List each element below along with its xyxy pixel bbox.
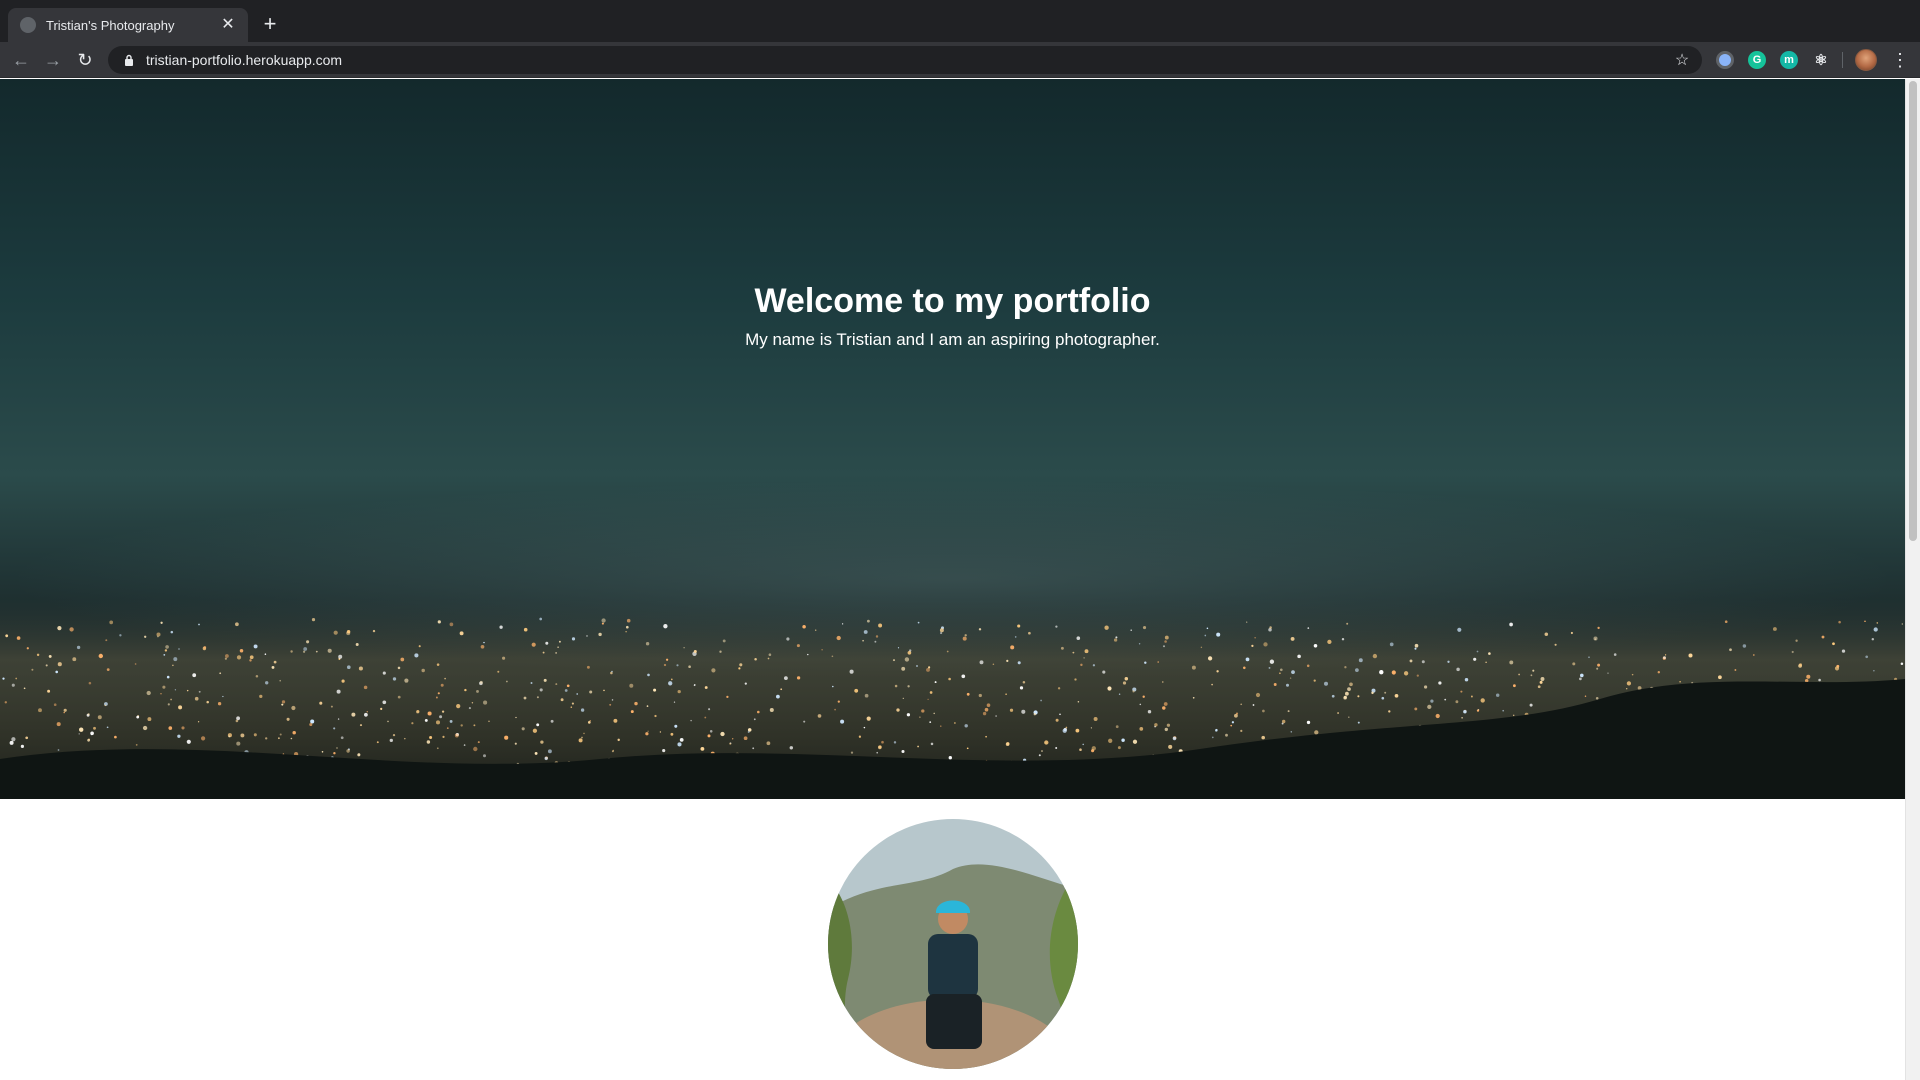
globe-icon <box>20 17 36 33</box>
react-devtools-icon[interactable]: ⚛ <box>1812 51 1830 69</box>
back-button[interactable]: ← <box>8 47 34 73</box>
tab-title: Tristian's Photography <box>46 17 175 33</box>
new-tab-button[interactable]: + <box>258 12 282 36</box>
scrollbar-thumb[interactable] <box>1909 81 1917 541</box>
lock-icon <box>122 53 136 67</box>
extension-blue-icon[interactable] <box>1716 51 1734 69</box>
profile-avatar[interactable] <box>1855 49 1877 71</box>
close-tab-icon[interactable]: ✕ <box>218 15 238 35</box>
browser-tab[interactable]: Tristian's Photography ✕ <box>8 8 248 42</box>
grammarly-icon[interactable]: G <box>1748 51 1766 69</box>
browser-toolbar: ← → ↻ tristian-portfolio.herokuapp.com ☆… <box>0 42 1920 78</box>
hero-title: Welcome to my portfolio <box>754 282 1151 320</box>
toolbar-divider <box>1842 52 1843 68</box>
hero-subtitle: My name is Tristian and I am an aspiring… <box>745 330 1160 349</box>
bookmark-star-icon[interactable]: ☆ <box>1672 50 1692 70</box>
hero-banner: Welcome to my portfolio My name is Trist… <box>0 79 1905 799</box>
browser-menu-icon[interactable]: ⋮ <box>1888 48 1912 72</box>
page-viewport: Welcome to my portfolio My name is Trist… <box>0 79 1920 1080</box>
profile-photo <box>828 819 1078 1069</box>
page-scrollbar[interactable] <box>1905 79 1920 1080</box>
browser-tabstrip: Tristian's Photography ✕ + <box>0 0 1920 42</box>
address-bar[interactable]: tristian-portfolio.herokuapp.com ☆ <box>108 46 1702 74</box>
hero-text-block: Welcome to my portfolio My name is Trist… <box>0 279 1905 351</box>
m-extension-icon[interactable]: m <box>1780 51 1798 69</box>
city-lights-image <box>0 599 1905 799</box>
forward-button[interactable]: → <box>40 47 66 73</box>
reload-button[interactable]: ↻ <box>72 47 98 73</box>
url-text[interactable]: tristian-portfolio.herokuapp.com <box>146 52 1672 68</box>
